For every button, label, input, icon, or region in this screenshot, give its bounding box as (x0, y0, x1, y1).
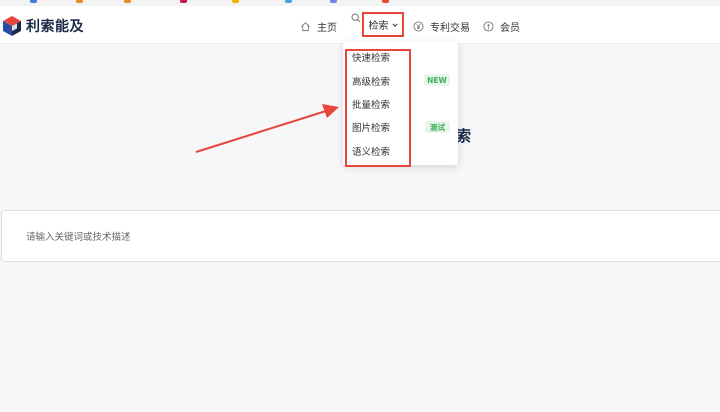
top-navbar: 利索能及 主页 (0, 6, 720, 44)
search-box[interactable] (1, 210, 720, 262)
nav-member-label: 会员 (500, 22, 520, 34)
home-icon (301, 21, 310, 31)
menu-item-semantic-search[interactable]: 语义检索 (352, 144, 390, 158)
bookmark-favicon[interactable] (30, 0, 37, 3)
bookmark-favicon[interactable] (180, 0, 187, 3)
new-badge: NEW (424, 74, 450, 86)
nav-search[interactable]: 检索 (362, 12, 404, 37)
menu-item-image-search[interactable]: 图片检索 (352, 120, 390, 134)
menu-item-quick-search[interactable]: 快速检索 (352, 50, 390, 64)
yen-circle-icon (413, 20, 424, 32)
brand-logo[interactable]: 利索能及 (2, 15, 84, 37)
brand-cube-icon (3, 16, 21, 36)
nav-home-label: 主页 (317, 22, 337, 34)
menu-item-advanced-search[interactable]: 高级检索 (352, 74, 390, 88)
nav-search-label: 检索 (368, 21, 389, 32)
search-input[interactable] (26, 229, 626, 245)
nav-patent-trade[interactable]: 专利交易 (413, 17, 470, 35)
bookmark-favicon[interactable] (382, 0, 389, 3)
nav-patent-trade-label: 专利交易 (430, 22, 470, 34)
bookmark-favicon[interactable] (76, 0, 83, 3)
bookmark-favicon[interactable] (285, 0, 292, 3)
beta-badge: 测试 (425, 121, 450, 133)
member-icon (483, 20, 494, 32)
menu-item-batch-search[interactable]: 批量检索 (352, 97, 390, 111)
bookmark-favicon[interactable] (330, 0, 337, 3)
nav-home[interactable]: 主页 (300, 17, 337, 35)
nav-member[interactable]: 会员 (483, 17, 520, 35)
search-icon[interactable] (351, 13, 361, 23)
brand-name: 利索能及 (26, 19, 84, 35)
bookmark-favicon[interactable] (232, 0, 239, 3)
page-title-fragment: 索 (456, 127, 472, 145)
bookmark-favicon[interactable] (124, 0, 131, 3)
chevron-down-icon (391, 22, 398, 27)
